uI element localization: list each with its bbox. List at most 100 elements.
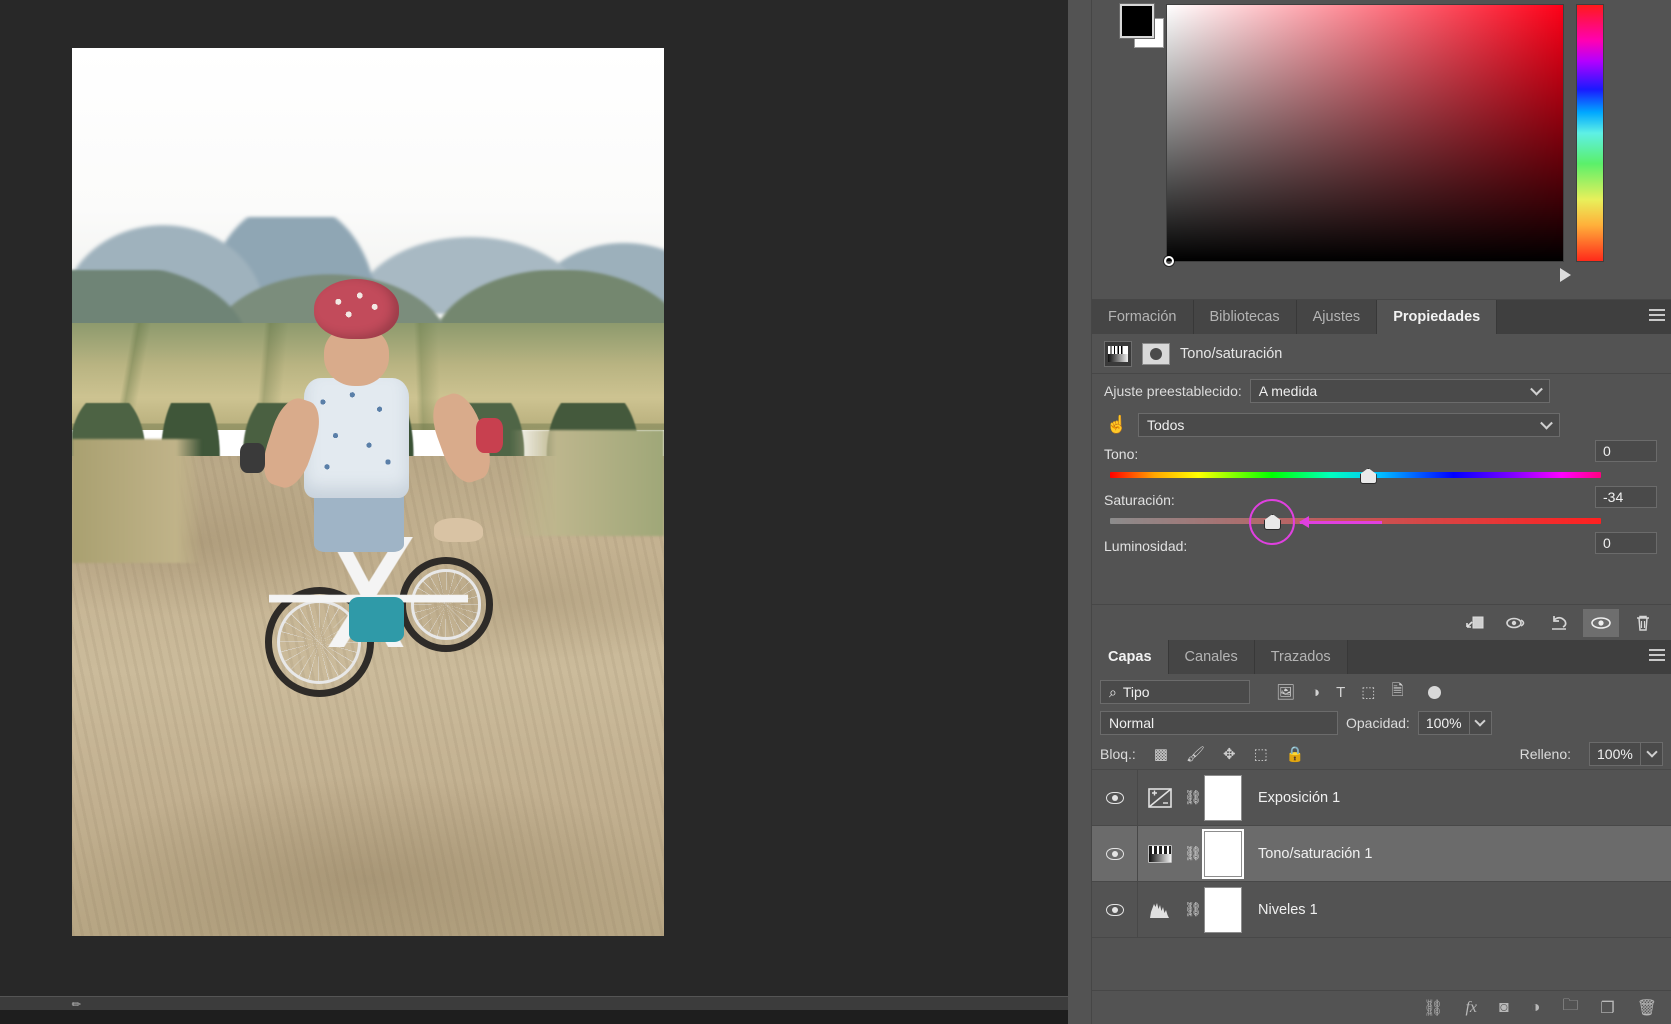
- tab-propiedades[interactable]: Propiedades: [1377, 300, 1498, 334]
- child-on-bicycle: [239, 278, 504, 776]
- preset-select[interactable]: A medida: [1249, 379, 1550, 403]
- delete-adjustment-icon[interactable]: [1625, 609, 1661, 637]
- fill-stepper[interactable]: [1641, 741, 1663, 766]
- table-row[interactable]: ⛓ Tono/saturación 1: [1092, 826, 1671, 882]
- tab-trazados[interactable]: Trazados: [1254, 640, 1348, 674]
- grass-left: [72, 438, 203, 564]
- color-swatches: [1119, 3, 1166, 50]
- hue-value-field[interactable]: 0: [1595, 440, 1657, 462]
- shape-layer-filter-icon[interactable]: ⬚: [1361, 683, 1375, 701]
- lock-transparency-icon[interactable]: ▩: [1154, 745, 1168, 763]
- tab-formacion[interactable]: Formación: [1092, 300, 1194, 334]
- layer-visibility-toggle[interactable]: [1092, 826, 1138, 881]
- saturation-value-field[interactable]: [1166, 4, 1564, 262]
- clip-to-layer-icon[interactable]: [1457, 609, 1493, 637]
- layer-visibility-toggle[interactable]: [1092, 770, 1138, 825]
- tabbar-filler: [1497, 300, 1671, 334]
- add-layer-mask-icon[interactable]: ◙: [1499, 999, 1509, 1017]
- hue-slider-row: 0: [1104, 440, 1659, 488]
- panel-menu-icon[interactable]: [1649, 649, 1665, 663]
- channel-select[interactable]: Todos: [1138, 413, 1560, 437]
- document-canvas[interactable]: [72, 48, 664, 936]
- lock-all-icon[interactable]: 🔒: [1286, 745, 1305, 763]
- saturation-label: Saturación:: [1104, 492, 1175, 508]
- layer-mask-thumbnail[interactable]: [1204, 886, 1242, 933]
- layer-visibility-toggle[interactable]: [1092, 882, 1138, 937]
- saturation-slider-row: -34: [1104, 486, 1659, 545]
- toggle-visibility-icon[interactable]: [1583, 608, 1619, 637]
- layer-name: Niveles 1: [1258, 901, 1318, 918]
- mask-link-icon[interactable]: ⛓: [1182, 845, 1204, 862]
- lock-label: Bloq.:: [1100, 745, 1136, 762]
- filter-type-value: Tipo: [1122, 684, 1150, 700]
- photo-image: [72, 48, 664, 936]
- opacity-value-field[interactable]: 100%: [1417, 711, 1470, 735]
- tabbar-filler: [1347, 640, 1671, 674]
- hue-slider-handle[interactable]: [1560, 268, 1571, 282]
- layers-panel: Capas Canales Trazados ⌕ Tipo 🖼 ◑ T ⬚ 🗎 …: [1092, 640, 1671, 1024]
- preset-row: Ajuste preestablecido: A medida: [1092, 374, 1671, 408]
- hue-saturation-icon: [1138, 844, 1182, 864]
- levels-icon: [1138, 900, 1182, 920]
- hue-saturation-icon: [1104, 340, 1132, 367]
- lightness-label: Luminosidad:: [1104, 538, 1188, 554]
- properties-header: Tono/saturación: [1092, 334, 1671, 374]
- adjustment-layer-filter-icon[interactable]: ◑: [1311, 684, 1320, 701]
- link-layers-icon[interactable]: ⛓: [1423, 998, 1443, 1018]
- type-layer-filter-icon[interactable]: T: [1336, 684, 1345, 701]
- hue-slider-thumb[interactable]: [1359, 468, 1377, 484]
- color-field-cursor[interactable]: [1164, 256, 1174, 266]
- mask-link-icon[interactable]: ⛓: [1182, 789, 1204, 806]
- pixel-layer-filter-icon[interactable]: 🖼: [1276, 683, 1295, 701]
- filter-toggle-switch[interactable]: [1427, 685, 1441, 699]
- resize-grip-icon[interactable]: ✎: [69, 997, 84, 1012]
- new-layer-icon[interactable]: ❐: [1600, 998, 1614, 1018]
- hue-slider-track[interactable]: [1110, 472, 1601, 478]
- layer-style-fx-icon[interactable]: fx: [1465, 999, 1477, 1017]
- panel-menu-icon[interactable]: [1649, 309, 1665, 323]
- layers-footer: ⛓ fx ◙ ◑ 🗀 ❐ 🗑: [1092, 990, 1671, 1024]
- saturation-value-field[interactable]: -34: [1595, 486, 1657, 508]
- layer-mask-thumbnail[interactable]: [1142, 342, 1170, 365]
- blend-mode-select[interactable]: Normal: [1100, 711, 1338, 735]
- collapsed-panel-strip[interactable]: [1068, 0, 1092, 1024]
- layer-mask-thumbnail[interactable]: [1204, 830, 1242, 877]
- preset-value: A medida: [1258, 383, 1318, 399]
- smart-object-filter-icon[interactable]: 🗎: [1391, 680, 1403, 705]
- exposure-icon: [1138, 787, 1182, 809]
- lock-artboard-icon[interactable]: ⬚: [1254, 745, 1268, 763]
- right-grip: [475, 418, 504, 453]
- saturation-slider-thumb[interactable]: [1264, 514, 1282, 530]
- on-image-adjust-icon[interactable]: ☝: [1104, 415, 1130, 435]
- mask-link-icon[interactable]: ⛓: [1182, 901, 1204, 918]
- tab-canales[interactable]: Canales: [1168, 640, 1255, 674]
- torso: [304, 378, 410, 499]
- table-row[interactable]: ⛓ Exposición 1: [1092, 770, 1671, 826]
- fill-label: Relleno:: [1519, 745, 1571, 762]
- foreground-color-swatch[interactable]: [1119, 3, 1155, 39]
- reset-icon[interactable]: [1541, 609, 1577, 637]
- blend-mode-value: Normal: [1109, 715, 1155, 731]
- bike-accent: [349, 597, 404, 642]
- layers-tabbar: Capas Canales Trazados: [1092, 640, 1671, 674]
- new-adjustment-layer-icon[interactable]: ◑: [1531, 999, 1541, 1017]
- lock-position-icon[interactable]: ✥: [1223, 745, 1236, 763]
- saturation-slider-track[interactable]: [1110, 518, 1601, 524]
- lock-image-icon[interactable]: 🖌: [1186, 745, 1205, 763]
- tab-ajustes[interactable]: Ajustes: [1296, 300, 1378, 334]
- lock-row: Bloq.: ▩ 🖌 ✥ ⬚ 🔒 Relleno: 100%: [1092, 738, 1671, 770]
- filter-type-select[interactable]: ⌕ Tipo: [1100, 680, 1250, 704]
- lightness-value-field[interactable]: 0: [1595, 532, 1657, 554]
- new-group-icon[interactable]: 🗀: [1562, 994, 1578, 1021]
- opacity-stepper[interactable]: [1469, 711, 1492, 735]
- delete-layer-icon[interactable]: 🗑: [1637, 998, 1657, 1018]
- hue-strip[interactable]: [1576, 4, 1604, 262]
- layer-mask-thumbnail[interactable]: [1204, 774, 1242, 821]
- tab-bibliotecas[interactable]: Bibliotecas: [1193, 300, 1297, 334]
- preview-previous-state-icon[interactable]: [1499, 609, 1535, 637]
- channel-row: ☝ Todos: [1092, 408, 1671, 442]
- layer-filter-row: ⌕ Tipo 🖼 ◑ T ⬚ 🗎: [1092, 674, 1671, 706]
- table-row[interactable]: ⛓ Niveles 1: [1092, 882, 1671, 938]
- fill-value-field[interactable]: 100%: [1589, 741, 1641, 766]
- tab-capas[interactable]: Capas: [1092, 640, 1169, 674]
